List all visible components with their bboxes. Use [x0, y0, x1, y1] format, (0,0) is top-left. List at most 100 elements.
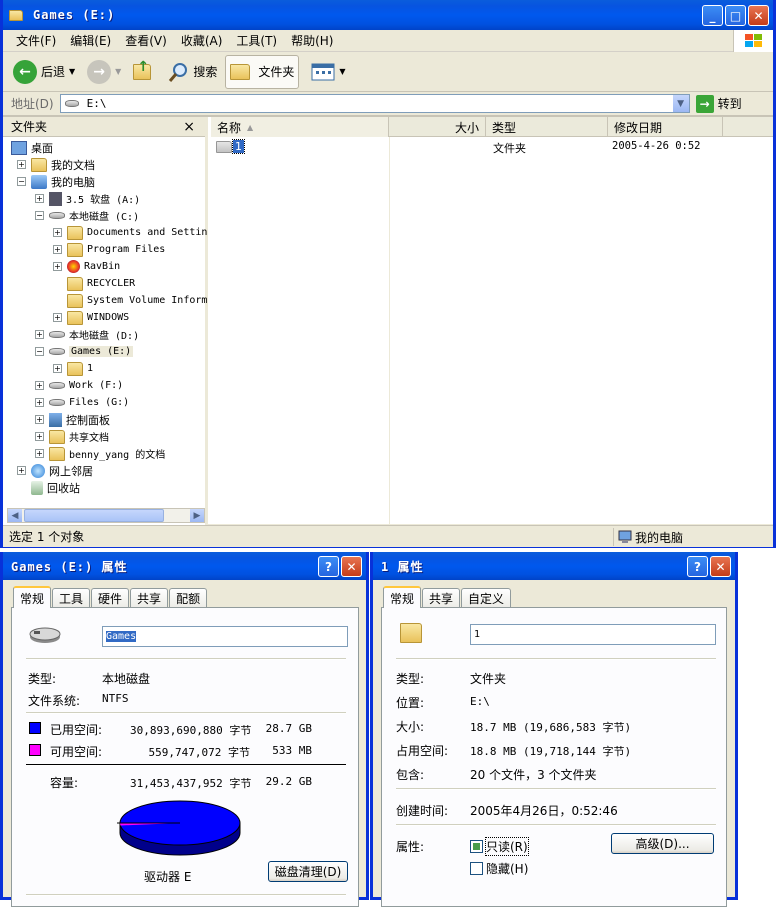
tree-node[interactable]: RECYCLER: [53, 275, 135, 292]
menu-view[interactable]: 查看(V): [118, 32, 174, 49]
tree-node[interactable]: +1: [53, 360, 93, 377]
dropdown-arrow-icon[interactable]: ▼: [339, 67, 345, 76]
views-button[interactable]: ▼: [307, 55, 349, 89]
minimize-button[interactable]: _: [702, 5, 723, 26]
column-size[interactable]: 大小: [389, 117, 486, 137]
explorer-titlebar[interactable]: Games (E:) _ □ ✕: [3, 0, 773, 30]
tree-node[interactable]: 桌面: [11, 139, 53, 156]
expand-icon[interactable]: +: [35, 398, 44, 407]
tree-node[interactable]: − 本地磁盘 (C:): [35, 207, 139, 224]
column-modified[interactable]: 修改日期: [608, 117, 723, 137]
up-button[interactable]: ↑: [129, 55, 159, 89]
tree-close-icon[interactable]: ×: [183, 119, 195, 135]
menu-help[interactable]: 帮助(H): [284, 32, 340, 49]
tree-node-label: Documents and Settin: [87, 227, 208, 238]
expand-icon[interactable]: +: [53, 313, 62, 322]
expand-icon[interactable]: +: [35, 194, 44, 203]
collapse-icon[interactable]: −: [17, 177, 26, 186]
tab-hardware[interactable]: 硬件: [91, 588, 130, 608]
tab-tools[interactable]: 工具: [52, 588, 91, 608]
close-button[interactable]: ✕: [710, 556, 731, 577]
maximize-button[interactable]: □: [725, 5, 746, 26]
close-button[interactable]: ✕: [341, 556, 362, 577]
expand-icon[interactable]: +: [53, 228, 62, 237]
drive-icon: [49, 399, 65, 406]
dropdown-arrow-icon[interactable]: ▼: [115, 67, 121, 76]
expand-icon[interactable]: +: [17, 466, 26, 475]
menu-edit[interactable]: 编辑(E): [63, 32, 118, 49]
dropdown-arrow-icon[interactable]: ▼: [69, 67, 75, 76]
tree-node[interactable]: 回收站: [17, 479, 80, 496]
windows-logo-icon: [733, 30, 773, 52]
tree-node[interactable]: + Files (G:): [35, 394, 129, 411]
created-value: 2005年4月26日，0:52:46: [470, 804, 618, 818]
tab-quota[interactable]: 配额: [169, 588, 208, 608]
readonly-checkbox[interactable]: 只读(R): [470, 837, 529, 856]
folder-name-input[interactable]: 1: [470, 624, 716, 645]
expand-icon[interactable]: +: [35, 415, 44, 424]
menu-file[interactable]: 文件(F): [9, 32, 63, 49]
file-name[interactable]: 1: [232, 139, 245, 154]
expand-icon[interactable]: +: [53, 262, 62, 271]
tree-horizontal-scrollbar[interactable]: ◀ ▶: [7, 508, 205, 523]
disk-cleanup-button[interactable]: 磁盘清理(D): [268, 861, 348, 882]
scroll-left-icon[interactable]: ◀: [8, 509, 22, 522]
tree-node[interactable]: + RavBin: [53, 258, 120, 275]
tree-node[interactable]: +3.5 软盘 (A:): [35, 190, 140, 207]
tree-node[interactable]: + Work (F:): [35, 377, 123, 394]
scroll-right-icon[interactable]: ▶: [190, 509, 204, 522]
expand-icon[interactable]: +: [53, 245, 62, 254]
tree-node[interactable]: + 共享文档: [35, 428, 109, 445]
folders-button[interactable]: 文件夹: [225, 54, 300, 89]
expand-icon[interactable]: +: [35, 330, 44, 339]
drive-dialog-titlebar[interactable]: Games (E:) 属性 ? ✕: [3, 552, 366, 580]
control-panel-icon: [49, 412, 62, 427]
tab-general[interactable]: 常规: [383, 586, 422, 608]
tab-sharing[interactable]: 共享: [130, 588, 169, 608]
floppy-icon: [49, 191, 62, 206]
close-button[interactable]: ✕: [748, 5, 769, 26]
collapse-icon[interactable]: −: [35, 211, 44, 220]
tab-general[interactable]: 常规: [13, 586, 52, 608]
drive-name-input[interactable]: Games: [102, 626, 348, 647]
tree-node[interactable]: + Program Files: [53, 241, 165, 258]
tree-node[interactable]: + 控制面板: [35, 411, 110, 428]
column-headers: 名称 ▲ 大小 类型 修改日期: [211, 117, 773, 137]
expand-icon[interactable]: +: [35, 449, 44, 458]
tree-node[interactable]: + 我的文档: [17, 156, 95, 173]
expand-icon[interactable]: +: [53, 364, 62, 373]
folder-dialog-titlebar[interactable]: 1 属性 ? ✕: [373, 552, 735, 580]
forward-button[interactable]: → ▼: [83, 55, 125, 89]
go-button[interactable]: → 转到: [695, 94, 742, 113]
tree-node[interactable]: + Documents and Settin: [53, 224, 207, 241]
tree-node[interactable]: + WINDOWS: [53, 309, 129, 326]
help-button[interactable]: ?: [687, 556, 708, 577]
scroll-thumb[interactable]: [24, 509, 164, 522]
address-dropdown-icon[interactable]: ▼: [671, 95, 689, 112]
expand-icon[interactable]: +: [35, 381, 44, 390]
help-button[interactable]: ?: [318, 556, 339, 577]
tree-node[interactable]: + benny_yang 的文档: [35, 445, 165, 462]
file-row[interactable]: 1 文件夹 2005-4-26 0:52: [211, 139, 773, 155]
advanced-button[interactable]: 高级(D)...: [611, 833, 714, 854]
search-icon: [169, 62, 188, 82]
tree-node[interactable]: + 网上邻居: [17, 462, 93, 479]
expand-icon[interactable]: +: [17, 160, 26, 169]
tab-customize[interactable]: 自定义: [461, 588, 512, 608]
search-button[interactable]: 搜索: [163, 55, 221, 89]
address-input[interactable]: E:\ ▼: [59, 94, 690, 113]
tree-node[interactable]: − Games (E:): [35, 343, 134, 360]
column-name[interactable]: 名称 ▲: [211, 117, 389, 137]
hidden-checkbox[interactable]: 隐藏(H): [470, 860, 528, 877]
tree-node[interactable]: + 本地磁盘 (D:): [35, 326, 139, 343]
tree-node[interactable]: System Volume Inform: [53, 292, 207, 309]
tab-sharing[interactable]: 共享: [422, 588, 461, 608]
tree-node[interactable]: − 我的电脑: [17, 173, 95, 190]
back-button[interactable]: ← 后退 ▼: [9, 55, 79, 89]
expand-icon[interactable]: +: [35, 432, 44, 441]
menu-favorites[interactable]: 收藏(A): [174, 32, 230, 49]
free-space-swatch: [29, 744, 41, 756]
menu-tools[interactable]: 工具(T): [229, 32, 284, 49]
column-type[interactable]: 类型: [486, 117, 608, 137]
collapse-icon[interactable]: −: [35, 347, 44, 356]
